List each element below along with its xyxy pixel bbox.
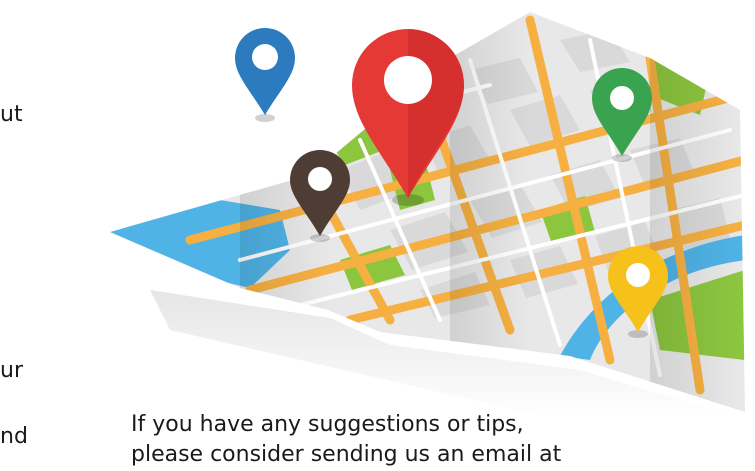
- left-text-fragment: ut: [0, 102, 23, 127]
- map-illustration: [90, 0, 755, 420]
- suggestion-line: If you have any suggestions or tips,: [131, 412, 524, 437]
- suggestion-line: please consider sending us an email at: [131, 442, 562, 467]
- suggestion-text: If you have any suggestions or tips, ple…: [131, 410, 751, 470]
- location-pin-blue-icon: [235, 28, 295, 122]
- left-text-fragment: nd: [0, 424, 28, 449]
- page: ut ur nd If you have any suggestions or …: [0, 0, 755, 471]
- left-text-fragment: ur: [0, 358, 23, 383]
- folded-city-map: [110, 12, 745, 420]
